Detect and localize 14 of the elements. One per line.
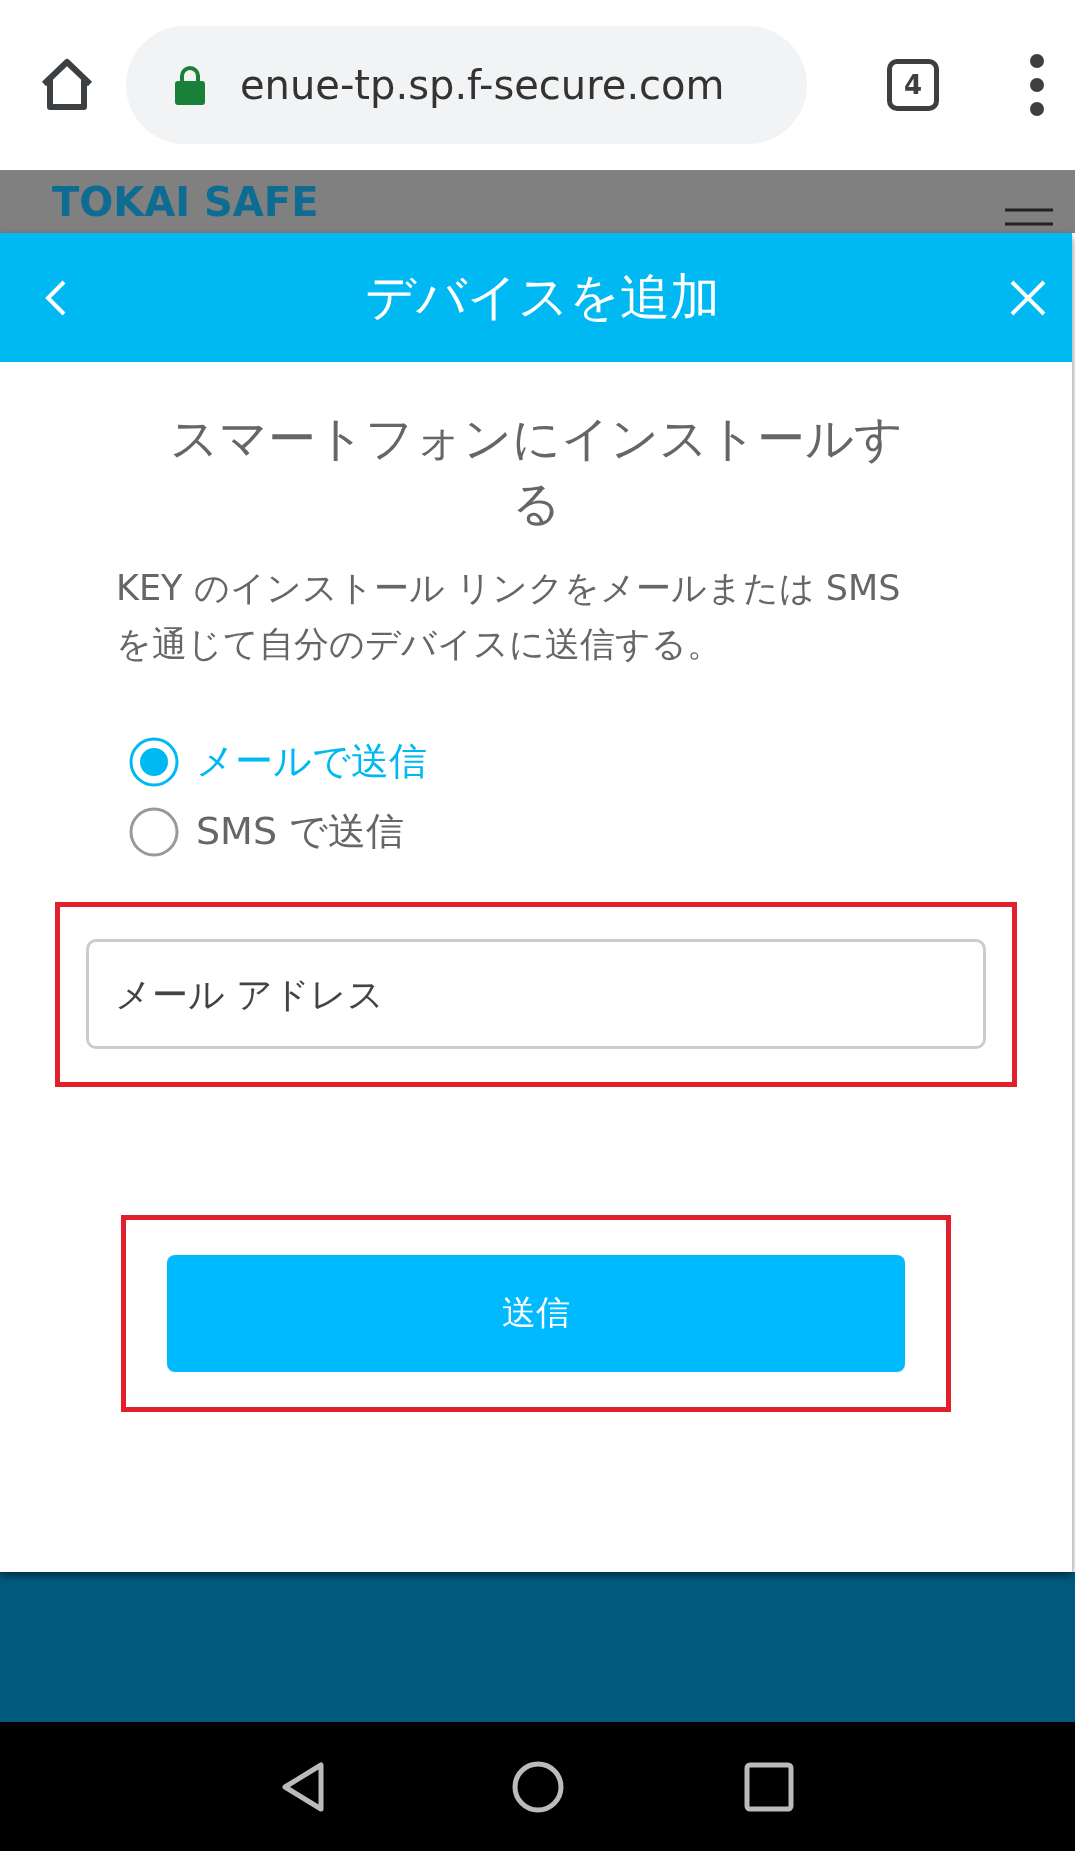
dialog-heading: スマートフォンにインストールする bbox=[168, 409, 904, 533]
radio-option[interactable]: SMS で送信 bbox=[128, 805, 427, 858]
url-text: enue-tp.sp.f-secure.com bbox=[240, 62, 725, 108]
description-text: KEY のインストール リンクをメールまたは SMS を通じて自分のデバイスに送信する。 bbox=[116, 566, 902, 666]
dialog-title: デバイスを追加 bbox=[364, 267, 720, 328]
tab-count[interactable]: 4 bbox=[887, 59, 939, 111]
radio-icon[interactable] bbox=[128, 735, 180, 788]
menu-icon[interactable] bbox=[1029, 53, 1045, 117]
radio-icon[interactable] bbox=[128, 805, 180, 858]
email-field[interactable]: メール アドレス bbox=[86, 939, 986, 1050]
address-bar[interactable]: enue-tp.sp.f-secure.com bbox=[126, 26, 807, 144]
site-logo: TOKAI SAFE bbox=[52, 182, 319, 226]
menu-icon[interactable] bbox=[1005, 208, 1053, 228]
lock-icon bbox=[174, 65, 206, 105]
